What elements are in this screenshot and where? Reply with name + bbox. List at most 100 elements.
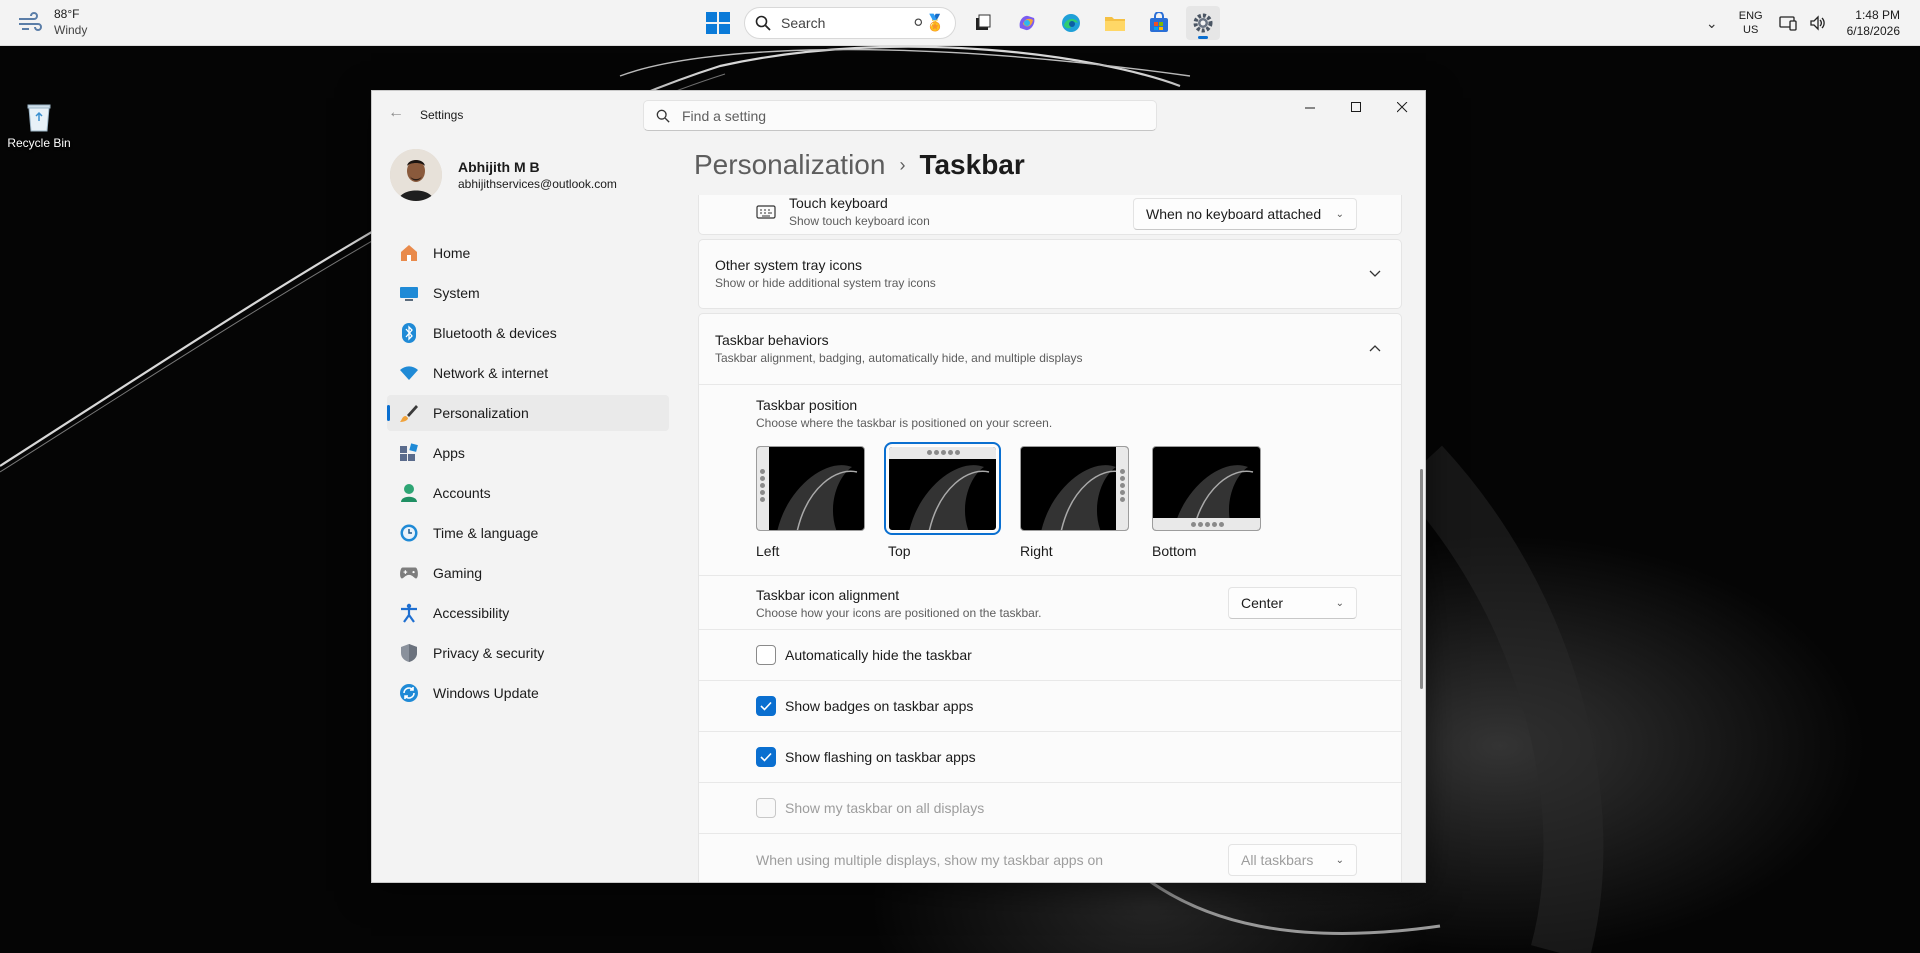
sidebar-item-network[interactable]: Network & internet (387, 355, 669, 391)
taskbar-position-subtitle: Choose where the taskbar is positioned o… (756, 416, 1053, 430)
chevron-right-icon: › (899, 154, 906, 175)
taskbar-alignment-row: Taskbar icon alignment Choose how your i… (699, 575, 1401, 629)
touch-keyboard-title: Touch keyboard (789, 195, 888, 211)
recycle-bin-label: Recycle Bin (7, 136, 71, 150)
weather-condition: Windy (54, 23, 88, 37)
chevron-down-icon: ⌄ (1335, 854, 1344, 866)
auto-hide-row: Automatically hide the taskbar (699, 629, 1401, 680)
device-status-icon[interactable] (1778, 15, 1797, 31)
touch-keyboard-dropdown[interactable]: When no keyboard attached ⌄ (1133, 198, 1357, 230)
auto-hide-checkbox[interactable] (756, 645, 776, 665)
badges-label: Show badges on taskbar apps (785, 698, 974, 714)
sidebar-item-bluetooth[interactable]: Bluetooth & devices (387, 315, 669, 351)
search-icon (656, 109, 670, 123)
position-option-right[interactable]: Right (1020, 446, 1129, 559)
position-label-right: Right (1020, 543, 1053, 559)
sidebar-item-privacy-security[interactable]: Privacy & security (387, 635, 669, 671)
position-option-bottom[interactable]: Bottom (1152, 446, 1261, 559)
position-preview-left (756, 446, 865, 531)
badges-row: Show badges on taskbar apps (699, 680, 1401, 731)
sidebar-item-personalization[interactable]: Personalization (387, 395, 669, 431)
show-hidden-icons-chevron-icon[interactable]: ⌄ (1697, 15, 1727, 32)
avatar (390, 149, 442, 201)
sidebar-item-accessibility[interactable]: Accessibility (387, 595, 669, 631)
checkmark-icon (760, 701, 772, 711)
position-label-left: Left (756, 543, 780, 559)
sidebar-item-system[interactable]: System (387, 275, 669, 311)
file-explorer-icon[interactable] (1098, 6, 1132, 40)
close-icon (1396, 101, 1407, 112)
sidebar-item-label: Windows Update (433, 685, 539, 701)
sidebar-item-label: Network & internet (433, 365, 549, 381)
minimize-button[interactable] (1287, 91, 1333, 123)
app-title: Settings (420, 108, 464, 122)
content-scrollbar[interactable] (1420, 469, 1423, 689)
edge-icon[interactable] (1054, 6, 1088, 40)
sidebar-item-label: Time & language (433, 525, 539, 541)
store-icon[interactable] (1142, 6, 1176, 40)
touch-keyboard-row: Touch keyboard Show touch keyboard icon … (698, 195, 1402, 235)
settings-window: ← Settings Find a setting Abhijith M B a… (371, 90, 1426, 883)
sidebar-item-label: Gaming (433, 565, 483, 581)
taskbar-search-label: Search (781, 15, 826, 31)
position-option-top[interactable]: Top (884, 442, 1001, 559)
minimize-icon (1304, 107, 1315, 108)
position-option-left[interactable]: Left (756, 446, 865, 559)
auto-hide-label: Automatically hide the taskbar (785, 647, 972, 663)
search-highlight-icon: ⚪🏅 (911, 15, 945, 32)
volume-icon[interactable] (1809, 15, 1827, 31)
weather-widget[interactable]: 88°F Windy (16, 6, 87, 38)
maximize-icon (1350, 101, 1361, 112)
other-tray-subtitle: Show or hide additional system tray icon… (715, 276, 936, 290)
sidebar-item-time-language[interactable]: Time & language (387, 515, 669, 551)
home-icon (399, 243, 419, 263)
position-preview-right (1020, 446, 1129, 531)
touch-keyboard-subtitle: Show touch keyboard icon (789, 214, 930, 228)
settings-content: Touch keyboard Show touch keyboard icon … (698, 195, 1402, 882)
update-icon (399, 683, 419, 703)
system-icon (399, 283, 419, 303)
profile-card[interactable]: Abhijith M B abhijithservices@outlook.co… (390, 149, 617, 201)
close-button[interactable] (1379, 91, 1425, 123)
taskbar-behaviors-header[interactable]: Taskbar behaviors Taskbar alignment, bad… (699, 314, 1401, 384)
recycle-bin[interactable]: Recycle Bin (6, 102, 72, 150)
profile-name: Abhijith M B (458, 159, 540, 175)
breadcrumb-parent[interactable]: Personalization (694, 149, 885, 181)
sidebar-item-label: Bluetooth & devices (433, 325, 557, 341)
maximize-button[interactable] (1333, 91, 1379, 123)
sidebar-item-windows-update[interactable]: Windows Update (387, 675, 669, 711)
page-title: Taskbar (919, 149, 1025, 180)
flashing-checkbox[interactable] (756, 747, 776, 767)
clock[interactable]: 1:48 PM 6/18/2026 (1847, 7, 1900, 39)
taskbar-search[interactable]: Search ⚪🏅 (744, 7, 956, 39)
file-viewer-icon[interactable] (966, 6, 1000, 40)
sidebar-item-accounts[interactable]: Accounts (387, 475, 669, 511)
multi-display-dropdown[interactable]: All taskbars ⌄ (1228, 844, 1357, 876)
recycle-bin-icon (26, 102, 52, 132)
title-bar: ← Settings Find a setting (372, 91, 1425, 135)
all-displays-checkbox[interactable] (756, 798, 776, 818)
chevron-down-icon: ⌄ (1335, 208, 1344, 220)
sidebar-item-label: Accounts (433, 485, 491, 501)
taskbar: 88°F Windy Search ⚪🏅 ⌄ ENG US 1:48 PM 6/… (0, 0, 1920, 46)
sidebar-item-label: Accessibility (433, 605, 510, 621)
other-tray-title: Other system tray icons (715, 257, 863, 273)
sidebar-item-gaming[interactable]: Gaming (387, 555, 669, 591)
badges-checkbox[interactable] (756, 696, 776, 716)
back-arrow-icon[interactable]: ← (384, 101, 408, 125)
start-icon[interactable] (700, 6, 734, 40)
search-icon (755, 15, 771, 31)
copilot-icon[interactable] (1010, 6, 1044, 40)
sidebar-item-home[interactable]: Home (387, 235, 669, 271)
keyboard-icon (756, 205, 776, 219)
input-language[interactable]: ENG US (1739, 9, 1763, 37)
all-displays-label: Show my taskbar on all displays (785, 800, 985, 816)
find-setting-input[interactable]: Find a setting (643, 100, 1157, 131)
sidebar-item-apps[interactable]: Apps (387, 435, 669, 471)
find-setting-placeholder: Find a setting (682, 107, 767, 124)
sidebar-item-label: System (433, 285, 480, 301)
settings-icon[interactable] (1186, 6, 1220, 40)
taskbar-alignment-dropdown[interactable]: Center ⌄ (1228, 587, 1357, 619)
other-tray-icons-row[interactable]: Other system tray icons Show or hide add… (698, 239, 1402, 309)
taskbar-position-row: Taskbar position Choose where the taskba… (699, 384, 1401, 575)
